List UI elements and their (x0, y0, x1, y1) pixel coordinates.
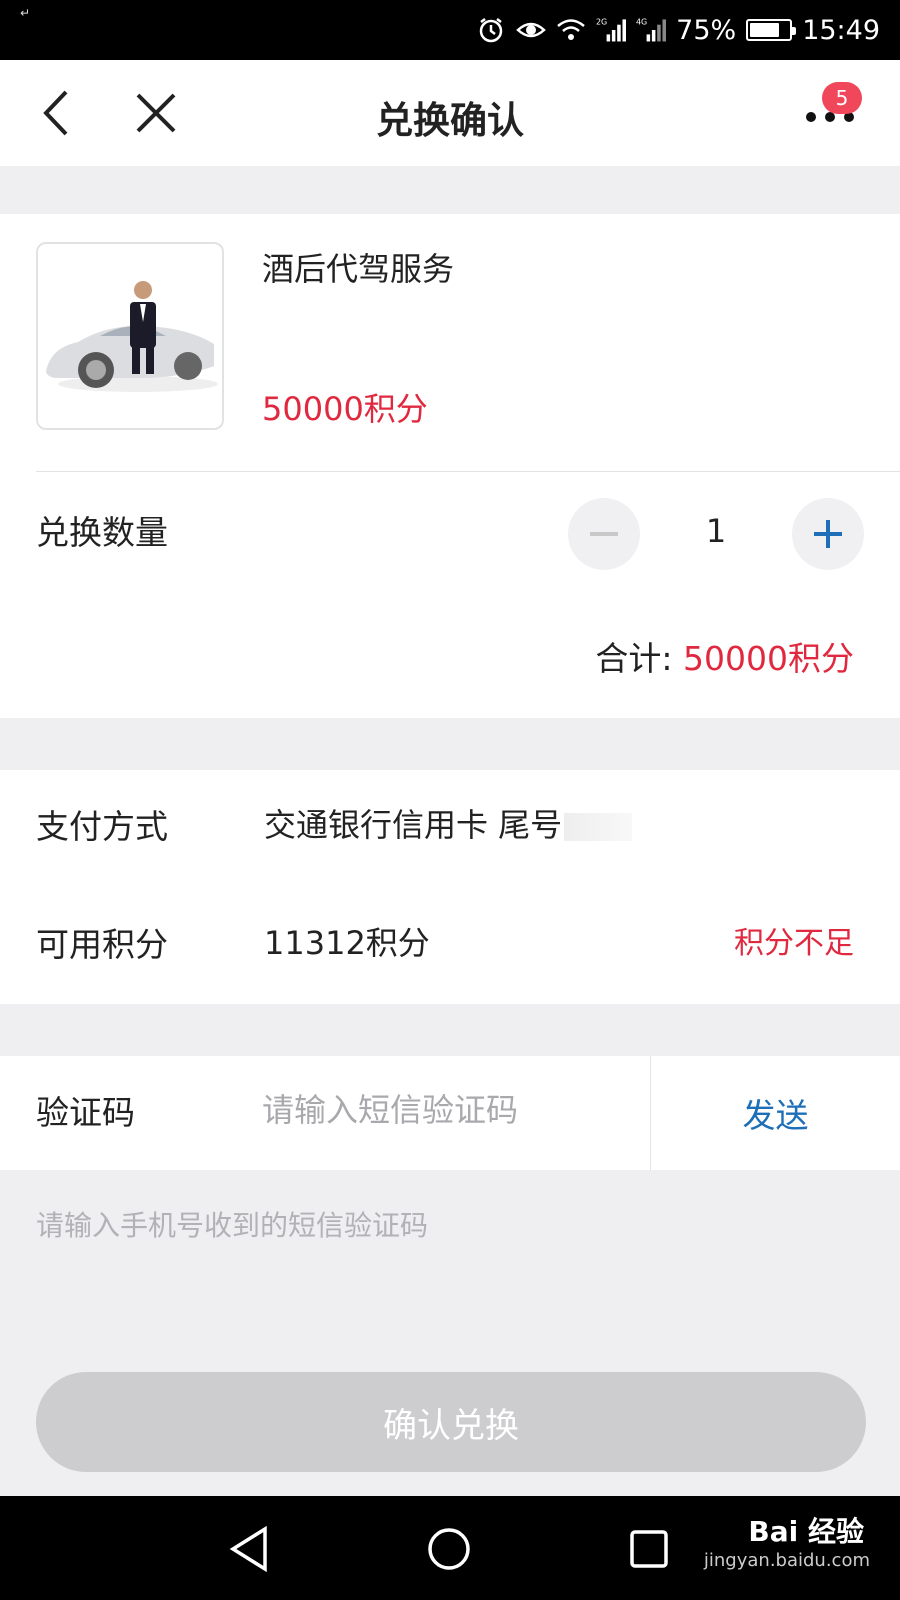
system-back-button[interactable] (222, 1522, 276, 1576)
baidu-jingyan-logo: Bai 经验 (748, 1515, 864, 1548)
signal-4g-icon: 4G (636, 15, 667, 45)
system-recent-button[interactable] (622, 1522, 676, 1576)
status-bar: ↵ 2G 4G 75% 15:49 (0, 0, 900, 60)
verification-card: 验证码 发送 (0, 1056, 900, 1170)
product-name: 酒后代驾服务 (262, 250, 455, 288)
divider (36, 471, 900, 472)
svg-text:4G: 4G (636, 18, 647, 27)
payment-method-label: 支付方式 (36, 807, 168, 846)
product-card: 酒后代驾服务 50000积分 兑换数量 1 合计: 50000积分 (0, 214, 900, 718)
header-bar: 兑换确认 5 (0, 60, 900, 166)
insufficient-points-notice: 积分不足 (734, 926, 854, 961)
product-price: 50000积分 (262, 390, 428, 428)
battery-icon (746, 19, 797, 41)
total-row: 合计: 50000积分 (595, 632, 854, 680)
quantity-label: 兑换数量 (36, 513, 168, 552)
notification-glyph: ↵ (20, 6, 31, 20)
decrease-quantity-button[interactable] (568, 498, 640, 570)
clock: 15:49 (802, 14, 880, 46)
masked-card-digits (564, 813, 633, 841)
verification-hint: 请输入手机号收到的短信验证码 (36, 1209, 429, 1242)
payment-method-text: 交通银行信用卡 尾号 (264, 806, 563, 844)
product-image (36, 242, 224, 430)
send-code-button[interactable]: 发送 (651, 1056, 900, 1170)
payment-method-value: 交通银行信用卡 尾号 (264, 800, 633, 846)
wifi-icon (556, 15, 586, 45)
minus-icon (590, 532, 618, 536)
confirm-exchange-button[interactable]: 确认兑换 (36, 1372, 866, 1472)
page-title: 兑换确认 (376, 99, 524, 142)
status-icons: 2G 4G 75% 15:49 (476, 12, 880, 48)
eye-icon (516, 15, 547, 45)
system-navigation-bar: Bai 经验 jingyan.baidu.com (0, 1496, 900, 1600)
system-home-button[interactable] (422, 1522, 476, 1576)
watermark-url: jingyan.baidu.com (703, 1550, 870, 1571)
more-button[interactable]: 5 (800, 82, 862, 140)
verification-code-input[interactable] (262, 1080, 632, 1140)
increase-quantity-button[interactable] (792, 498, 864, 570)
signal-2g-icon: 2G (596, 15, 627, 45)
alarm-icon (476, 15, 506, 45)
available-points-value: 11312积分 (264, 924, 430, 962)
triangle-back-icon (229, 1525, 267, 1573)
plus-icon (814, 520, 842, 548)
battery-percent: 75% (676, 14, 737, 46)
total-value: 50000积分 (683, 639, 854, 678)
verification-code-label: 验证码 (36, 1093, 135, 1132)
square-recent-icon (630, 1530, 668, 1568)
total-label: 合计: (595, 639, 684, 678)
circle-home-icon (428, 1528, 470, 1570)
battery-level (750, 23, 779, 37)
notification-badge: 5 (822, 82, 862, 114)
available-points-label: 可用积分 (36, 925, 168, 964)
quantity-value: 1 (705, 512, 727, 550)
svg-text:2G: 2G (596, 18, 607, 27)
